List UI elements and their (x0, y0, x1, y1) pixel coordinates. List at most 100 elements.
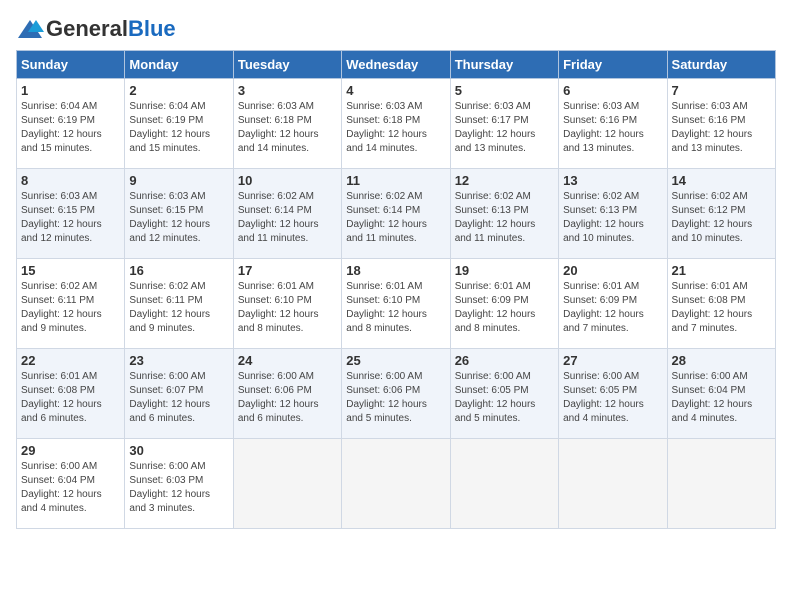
calendar-day-cell (342, 439, 450, 529)
day-info: Sunrise: 6:00 AMSunset: 6:06 PMDaylight:… (238, 370, 337, 426)
day-info: Sunrise: 6:02 AMSunset: 6:13 PMDaylight:… (563, 190, 662, 246)
calendar-day-cell: 14Sunrise: 6:02 AMSunset: 6:12 PMDayligh… (667, 169, 775, 259)
calendar-day-cell: 22 Sunrise: 6:01 AMSunset: 6:08 PMDayligh… (17, 349, 125, 439)
calendar-day-cell: 1 Sunrise: 6:04 AMSunset: 6:19 PMDaylight… (17, 79, 125, 169)
calendar-day-cell: 21 Sunrise: 6:01 AMSunset: 6:08 PMDayligh… (667, 259, 775, 349)
weekday-header-row: SundayMondayTuesdayWednesdayThursdayFrid… (17, 51, 776, 79)
calendar-day-cell: 9 Sunrise: 6:03 AMSunset: 6:15 PMDaylight… (125, 169, 233, 259)
day-number: 30 (129, 443, 228, 458)
calendar-day-cell: 13Sunrise: 6:02 AMSunset: 6:13 PMDayligh… (559, 169, 667, 259)
weekday-header-tuesday: Tuesday (233, 51, 341, 79)
calendar-day-cell: 26 Sunrise: 6:00 AMSunset: 6:05 PMDayligh… (450, 349, 558, 439)
day-info: Sunrise: 6:03 AMSunset: 6:18 PMDaylight:… (346, 100, 445, 156)
day-info: Sunrise: 6:02 AMSunset: 6:14 PMDaylight:… (346, 190, 445, 246)
calendar-week-row: 29 Sunrise: 6:00 AMSunset: 6:04 PMDayligh… (17, 439, 776, 529)
day-info: Sunrise: 6:01 AMSunset: 6:09 PMDaylight:… (455, 280, 554, 336)
day-number: 11 (346, 173, 445, 188)
day-info: Sunrise: 6:00 AMSunset: 6:05 PMDaylight:… (563, 370, 662, 426)
day-number: 29 (21, 443, 120, 458)
weekday-header-sunday: Sunday (17, 51, 125, 79)
day-info: Sunrise: 6:02 AMSunset: 6:12 PMDaylight:… (672, 190, 771, 246)
calendar-day-cell (450, 439, 558, 529)
calendar-day-cell: 11 Sunrise: 6:02 AMSunset: 6:14 PMDayligh… (342, 169, 450, 259)
day-info: Sunrise: 6:02 AMSunset: 6:11 PMDaylight:… (129, 280, 228, 336)
day-number: 19 (455, 263, 554, 278)
day-info: Sunrise: 6:04 AMSunset: 6:19 PMDaylight:… (129, 100, 228, 156)
day-number: 21 (672, 263, 771, 278)
day-info: Sunrise: 6:03 AMSunset: 6:16 PMDaylight:… (672, 100, 771, 156)
day-info: Sunrise: 6:04 AMSunset: 6:19 PMDaylight:… (21, 100, 120, 156)
day-number: 18 (346, 263, 445, 278)
calendar-day-cell: 15Sunrise: 6:02 AMSunset: 6:11 PMDayligh… (17, 259, 125, 349)
day-number: 7 (672, 83, 771, 98)
day-number: 5 (455, 83, 554, 98)
day-number: 16 (129, 263, 228, 278)
day-info: Sunrise: 6:01 AMSunset: 6:08 PMDaylight:… (672, 280, 771, 336)
day-number: 28 (672, 353, 771, 368)
day-number: 8 (21, 173, 120, 188)
page-header: GeneralBlue (16, 16, 776, 42)
day-info: Sunrise: 6:03 AMSunset: 6:15 PMDaylight:… (129, 190, 228, 246)
weekday-header-thursday: Thursday (450, 51, 558, 79)
day-number: 26 (455, 353, 554, 368)
day-info: Sunrise: 6:03 AMSunset: 6:17 PMDaylight:… (455, 100, 554, 156)
day-number: 2 (129, 83, 228, 98)
calendar-day-cell: 5 Sunrise: 6:03 AMSunset: 6:17 PMDaylight… (450, 79, 558, 169)
calendar-day-cell: 19 Sunrise: 6:01 AMSunset: 6:09 PMDayligh… (450, 259, 558, 349)
calendar-day-cell: 18Sunrise: 6:01 AMSunset: 6:10 PMDayligh… (342, 259, 450, 349)
day-number: 6 (563, 83, 662, 98)
day-number: 24 (238, 353, 337, 368)
day-number: 10 (238, 173, 337, 188)
day-info: Sunrise: 6:00 AMSunset: 6:04 PMDaylight:… (21, 460, 120, 516)
calendar-day-cell: 12Sunrise: 6:02 AMSunset: 6:13 PMDayligh… (450, 169, 558, 259)
day-info: Sunrise: 6:00 AMSunset: 6:07 PMDaylight:… (129, 370, 228, 426)
logo-icon (16, 18, 44, 40)
day-info: Sunrise: 6:01 AMSunset: 6:10 PMDaylight:… (238, 280, 337, 336)
day-number: 3 (238, 83, 337, 98)
day-number: 20 (563, 263, 662, 278)
calendar-day-cell: 29 Sunrise: 6:00 AMSunset: 6:04 PMDayligh… (17, 439, 125, 529)
weekday-header-monday: Monday (125, 51, 233, 79)
calendar-day-cell: 24 Sunrise: 6:00 AMSunset: 6:06 PMDayligh… (233, 349, 341, 439)
day-info: Sunrise: 6:01 AMSunset: 6:09 PMDaylight:… (563, 280, 662, 336)
logo-general-text: General (46, 16, 128, 42)
day-info: Sunrise: 6:03 AMSunset: 6:16 PMDaylight:… (563, 100, 662, 156)
day-info: Sunrise: 6:02 AMSunset: 6:14 PMDaylight:… (238, 190, 337, 246)
calendar-day-cell: 23 Sunrise: 6:00 AMSunset: 6:07 PMDayligh… (125, 349, 233, 439)
day-number: 9 (129, 173, 228, 188)
calendar-day-cell: 8 Sunrise: 6:03 AMSunset: 6:15 PMDaylight… (17, 169, 125, 259)
calendar-day-cell: 17Sunrise: 6:01 AMSunset: 6:10 PMDayligh… (233, 259, 341, 349)
calendar-day-cell: 20 Sunrise: 6:01 AMSunset: 6:09 PMDayligh… (559, 259, 667, 349)
calendar-day-cell: 3 Sunrise: 6:03 AMSunset: 6:18 PMDaylight… (233, 79, 341, 169)
day-number: 1 (21, 83, 120, 98)
day-info: Sunrise: 6:03 AMSunset: 6:18 PMDaylight:… (238, 100, 337, 156)
calendar-week-row: 8 Sunrise: 6:03 AMSunset: 6:15 PMDaylight… (17, 169, 776, 259)
day-info: Sunrise: 6:00 AMSunset: 6:06 PMDaylight:… (346, 370, 445, 426)
day-info: Sunrise: 6:01 AMSunset: 6:08 PMDaylight:… (21, 370, 120, 426)
weekday-header-saturday: Saturday (667, 51, 775, 79)
calendar-day-cell: 4Sunrise: 6:03 AMSunset: 6:18 PMDaylight… (342, 79, 450, 169)
weekday-header-wednesday: Wednesday (342, 51, 450, 79)
day-info: Sunrise: 6:00 AMSunset: 6:03 PMDaylight:… (129, 460, 228, 516)
calendar-day-cell: 2 Sunrise: 6:04 AMSunset: 6:19 PMDaylight… (125, 79, 233, 169)
calendar-day-cell: 16 Sunrise: 6:02 AMSunset: 6:11 PMDayligh… (125, 259, 233, 349)
calendar-day-cell: 30 Sunrise: 6:00 AMSunset: 6:03 PMDayligh… (125, 439, 233, 529)
day-info: Sunrise: 6:03 AMSunset: 6:15 PMDaylight:… (21, 190, 120, 246)
calendar-day-cell: 28Sunrise: 6:00 AMSunset: 6:04 PMDayligh… (667, 349, 775, 439)
logo-blue-text: Blue (128, 16, 176, 42)
day-number: 27 (563, 353, 662, 368)
day-number: 15 (21, 263, 120, 278)
day-info: Sunrise: 6:00 AMSunset: 6:05 PMDaylight:… (455, 370, 554, 426)
calendar-day-cell: 6 Sunrise: 6:03 AMSunset: 6:16 PMDaylight… (559, 79, 667, 169)
calendar-day-cell: 10 Sunrise: 6:02 AMSunset: 6:14 PMDayligh… (233, 169, 341, 259)
calendar-day-cell: 25 Sunrise: 6:00 AMSunset: 6:06 PMDayligh… (342, 349, 450, 439)
day-number: 23 (129, 353, 228, 368)
calendar-week-row: 15 Sunrise: 6:02 AMSunset: 6:11 PMDayligh… (17, 259, 776, 349)
calendar-day-cell (233, 439, 341, 529)
day-number: 22 (21, 353, 120, 368)
calendar-day-cell: 27 Sunrise: 6:00 AMSunset: 6:05 PMDayligh… (559, 349, 667, 439)
day-info: Sunrise: 6:02 AMSunset: 6:13 PMDaylight:… (455, 190, 554, 246)
day-number: 25 (346, 353, 445, 368)
calendar-day-cell: 7 Sunrise: 6:03 AMSunset: 6:16 PMDaylight… (667, 79, 775, 169)
weekday-header-friday: Friday (559, 51, 667, 79)
